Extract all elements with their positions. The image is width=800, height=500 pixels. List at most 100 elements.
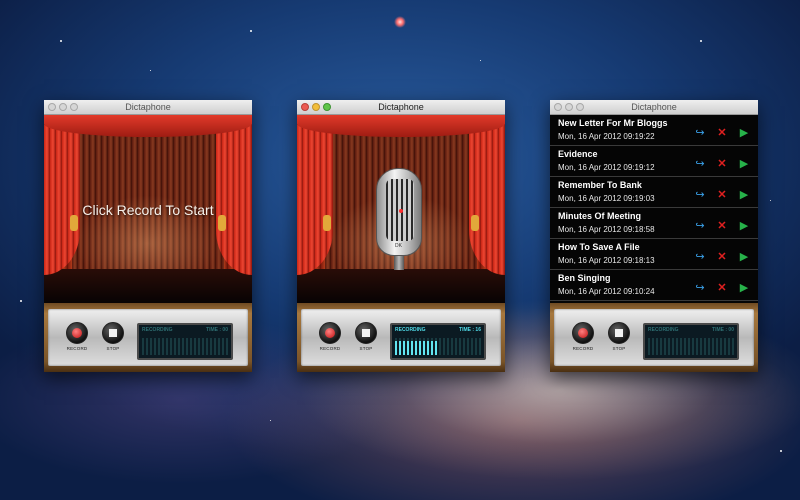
control-panel: RECORD STOP RECORDING TIME : 00 — [550, 303, 758, 372]
record-icon — [325, 328, 335, 338]
share-arrow-icon[interactable]: ↪ — [694, 190, 706, 201]
star — [480, 60, 481, 61]
level-meter-active — [395, 341, 437, 355]
metal-plate: RECORD STOP RECORDING TIME : 00 — [554, 309, 754, 366]
stop-label: STOP — [359, 346, 373, 351]
delete-x-icon[interactable]: ✕ — [716, 190, 728, 201]
delete-x-icon[interactable]: ✕ — [716, 283, 728, 294]
delete-x-icon[interactable]: ✕ — [716, 252, 728, 263]
recording-title: How To Save A File — [558, 242, 640, 252]
dictaphone-window-list: Dictaphone New Letter For Mr Bloggs Mon,… — [550, 100, 758, 372]
minimize-button[interactable] — [565, 103, 573, 111]
stop-button[interactable] — [608, 322, 630, 344]
share-arrow-icon[interactable]: ↪ — [694, 221, 706, 232]
star — [270, 420, 271, 421]
close-button[interactable] — [554, 103, 562, 111]
recording-title: New Letter For Mr Bloggs — [558, 118, 668, 128]
window-title: Dictaphone — [378, 102, 424, 112]
recording-date: Mon, 16 Apr 2012 09:18:58 — [558, 225, 655, 234]
minimize-button[interactable] — [312, 103, 320, 111]
share-arrow-icon[interactable]: ↪ — [694, 252, 706, 263]
record-icon — [72, 328, 82, 338]
click-record-prompt: Click Record To Start — [82, 202, 214, 218]
stop-label: STOP — [612, 346, 626, 351]
metal-plate: RECORD STOP RECORDING TIME : 16 — [301, 309, 501, 366]
stop-label: STOP — [106, 346, 120, 351]
dictaphone-window-idle: Dictaphone Click Record To Start RECORD … — [44, 100, 252, 372]
recording-item[interactable]: Minutes Of Meeting Mon, 16 Apr 2012 09:1… — [550, 208, 758, 239]
recording-item[interactable]: Remember To Bank Mon, 16 Apr 2012 09:19:… — [550, 177, 758, 208]
recording-item[interactable]: Ben Singing Mon, 16 Apr 2012 09:10:24 ↪ ✕… — [550, 270, 758, 301]
title-bar[interactable]: Dictaphone — [550, 100, 758, 115]
level-meter — [142, 338, 228, 355]
close-button[interactable] — [48, 103, 56, 111]
delete-x-icon[interactable]: ✕ — [716, 221, 728, 232]
star — [780, 450, 782, 452]
close-button[interactable] — [301, 103, 309, 111]
theater-stage: DK — [297, 115, 505, 303]
recording-date: Mon, 16 Apr 2012 09:19:12 — [558, 163, 655, 172]
star — [60, 40, 62, 42]
record-button[interactable] — [66, 322, 88, 344]
recording-item[interactable]: How To Save A File Mon, 16 Apr 2012 09:1… — [550, 239, 758, 270]
recording-title: Remember To Bank — [558, 180, 642, 190]
stop-button[interactable] — [102, 322, 124, 344]
record-button[interactable] — [572, 322, 594, 344]
lcd-display: RECORDING TIME : 00 — [643, 323, 739, 360]
curtain-left — [297, 125, 333, 275]
red-star — [394, 16, 406, 28]
dictaphone-window-recording: Dictaphone DK RECORD STOP RECORDING TIME… — [297, 100, 505, 372]
play-triangle-icon[interactable]: ▶ — [738, 252, 750, 263]
curtain-right — [469, 125, 505, 275]
stop-icon — [109, 329, 117, 337]
stage-floor — [44, 269, 252, 303]
recording-date: Mon, 16 Apr 2012 09:18:13 — [558, 256, 655, 265]
recording-status: RECORDING — [648, 327, 679, 333]
record-button[interactable] — [319, 322, 341, 344]
control-panel: RECORD STOP RECORDING TIME : 16 — [297, 303, 505, 372]
metal-plate: RECORD STOP RECORDING TIME : 00 — [48, 309, 248, 366]
play-triangle-icon[interactable]: ▶ — [738, 190, 750, 201]
star — [250, 30, 252, 32]
minimize-button[interactable] — [59, 103, 67, 111]
title-bar[interactable]: Dictaphone — [44, 100, 252, 115]
title-bar[interactable]: Dictaphone — [297, 100, 505, 115]
share-arrow-icon[interactable]: ↪ — [694, 128, 706, 139]
lcd-display: RECORDING TIME : 16 — [390, 323, 486, 360]
record-icon — [578, 328, 588, 338]
curtain-left — [44, 125, 80, 275]
play-triangle-icon[interactable]: ▶ — [738, 159, 750, 170]
microphone-badge: DK — [395, 243, 402, 249]
recording-date: Mon, 16 Apr 2012 09:19:22 — [558, 132, 655, 141]
curtain-right — [216, 125, 252, 275]
delete-x-icon[interactable]: ✕ — [716, 159, 728, 170]
zoom-button[interactable] — [576, 103, 584, 111]
play-triangle-icon[interactable]: ▶ — [738, 128, 750, 139]
star — [20, 300, 22, 302]
zoom-button[interactable] — [323, 103, 331, 111]
star — [150, 70, 151, 71]
star — [770, 200, 771, 201]
tassel-right — [471, 215, 479, 231]
recordings-list: New Letter For Mr Bloggs Mon, 16 Apr 201… — [550, 115, 758, 303]
recording-title: Evidence — [558, 149, 598, 159]
recording-item[interactable]: New Letter For Mr Bloggs Mon, 16 Apr 201… — [550, 115, 758, 146]
delete-x-icon[interactable]: ✕ — [716, 128, 728, 139]
time-readout: TIME : 00 — [712, 327, 734, 333]
lcd-display: RECORDING TIME : 00 — [137, 323, 233, 360]
share-arrow-icon[interactable]: ↪ — [694, 283, 706, 294]
recording-status: RECORDING — [142, 327, 173, 333]
play-triangle-icon[interactable]: ▶ — [738, 221, 750, 232]
tassel-left — [323, 215, 331, 231]
share-arrow-icon[interactable]: ↪ — [694, 159, 706, 170]
recording-date: Mon, 16 Apr 2012 09:10:24 — [558, 287, 655, 296]
recording-item[interactable]: Evidence Mon, 16 Apr 2012 09:19:12 ↪ ✕ ▶ — [550, 146, 758, 177]
zoom-button[interactable] — [70, 103, 78, 111]
record-label: RECORD — [572, 346, 594, 351]
recording-status: RECORDING — [395, 327, 426, 333]
stop-button[interactable] — [355, 322, 377, 344]
play-triangle-icon[interactable]: ▶ — [738, 283, 750, 294]
stage-floor — [297, 269, 505, 303]
stop-icon — [362, 329, 370, 337]
recording-title: Ben Singing — [558, 273, 611, 283]
